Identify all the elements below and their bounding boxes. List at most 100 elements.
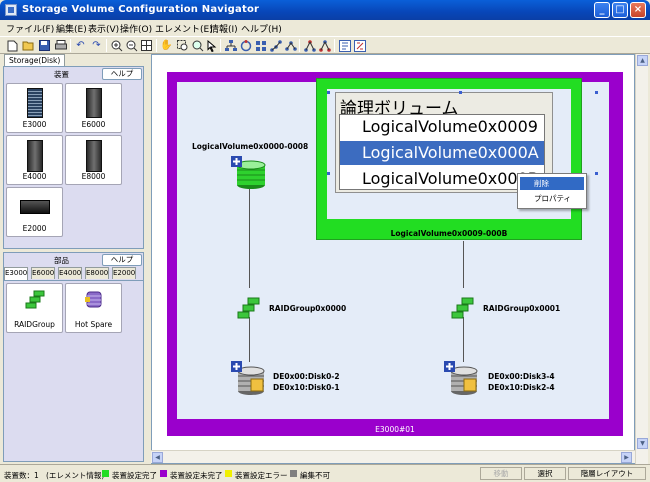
print-icon[interactable] (54, 39, 67, 52)
parts-tab-e4000[interactable]: E4000 (58, 267, 82, 279)
e2000-icon (19, 200, 50, 214)
part-tile-hot-spare[interactable]: Hot Spare (65, 283, 122, 333)
zoom-in-icon[interactable] (110, 39, 123, 52)
raid-right-label: RAIDGroup0x0001 (483, 304, 561, 313)
disk-right-line1: DE0x00:Disk3-4 (488, 372, 555, 381)
logical-volume-node-left[interactable] (231, 156, 267, 195)
auto-layout-button[interactable]: 階層レイアウト (568, 467, 646, 480)
undo-icon[interactable]: ↶ (74, 39, 87, 52)
legend-error-swatch (225, 470, 232, 477)
mode-select-button[interactable]: 選択 (524, 467, 566, 480)
app-icon (5, 4, 17, 16)
layout-network-icon[interactable] (269, 39, 282, 52)
raid-left-label: RAIDGroup0x0000 (269, 304, 347, 313)
disk-node-left[interactable] (231, 361, 267, 400)
hierarchy-alt-icon[interactable] (318, 39, 331, 52)
scroll-up-icon[interactable]: ▲ (637, 55, 648, 66)
disk-right-line2: DE0x10:Disk2-4 (488, 383, 555, 392)
device-tile-e3000[interactable]: E3000 (6, 83, 63, 133)
disk-node-right[interactable] (444, 361, 480, 400)
enclosure-label: E3000#01 (375, 425, 415, 434)
hand-icon[interactable]: ✋ (160, 39, 173, 52)
close-button[interactable]: × (630, 2, 646, 18)
e4000-icon (26, 140, 43, 172)
hot-spare-icon (84, 291, 101, 308)
menu-info[interactable]: 情報(I) (210, 22, 238, 35)
lv-item-0009[interactable]: LogicalVolume0x0009 (340, 115, 544, 139)
parts-tab-e6000[interactable]: E6000 (31, 267, 55, 279)
disk-icon (231, 361, 265, 395)
raid-group-node-right[interactable] (451, 296, 475, 323)
raidgroup-icon (237, 297, 260, 319)
hierarchy-icon[interactable] (303, 39, 316, 52)
e3000-icon (26, 88, 43, 118)
scroll-down-icon[interactable]: ▼ (637, 438, 648, 449)
menu-view[interactable]: 表示(V) (88, 22, 119, 35)
device-palette: 装置 ヘルプ E3000 E6000 E4000 E8000 E2000 (3, 66, 144, 249)
menu-edit[interactable]: 編集(E) (56, 22, 87, 35)
title-bar: Storage Volume Configuration Navigator _… (0, 0, 650, 20)
layout-circle-icon[interactable] (239, 39, 252, 52)
zoom-area-icon[interactable] (176, 39, 189, 52)
device-tile-e6000[interactable]: E6000 (65, 83, 122, 133)
device-tile-e4000[interactable]: E4000 (6, 135, 63, 185)
parts-tab-e8000[interactable]: E8000 (85, 267, 109, 279)
raid-group-node-left[interactable] (237, 296, 261, 323)
parts-help-button[interactable]: ヘルプ (102, 254, 142, 266)
redo-icon[interactable]: ↷ (90, 39, 103, 52)
raidgroup-icon (451, 297, 474, 319)
disk-icon (444, 361, 478, 395)
legend-complete: 装置設定完了 (112, 471, 157, 480)
scroll-left-icon[interactable]: ◀ (152, 452, 163, 463)
open-folder-icon[interactable] (22, 39, 35, 52)
minimize-button[interactable]: _ (594, 2, 610, 18)
zoom-fit-icon[interactable] (191, 39, 204, 52)
layout-grid-icon[interactable] (254, 39, 267, 52)
new-file-icon[interactable] (6, 39, 19, 52)
menu-bar: ファイル(F) 編集(E) 表示(V) 操作(O) エレメント(E) 情報(I)… (0, 20, 650, 36)
context-delete[interactable]: 削除 (520, 177, 584, 190)
horizontal-scrollbar[interactable]: ◀ ▶ (151, 450, 635, 463)
status-count: 装置数：1 (4, 471, 39, 480)
legend-readonly-swatch (290, 470, 297, 477)
mode-move-button[interactable]: 移動 (480, 467, 522, 480)
vertical-scrollbar[interactable]: ▲ ▼ (635, 54, 648, 464)
legend-error: 装置設定エラー (235, 471, 288, 480)
legend-readonly: 編集不可 (300, 471, 330, 480)
zoom-out-icon[interactable] (125, 39, 138, 52)
e8000-icon (85, 140, 102, 172)
layout-tree-icon[interactable] (224, 39, 237, 52)
legend-complete-swatch (102, 470, 109, 477)
raidgroup-icon (25, 290, 44, 309)
status-info: (エレメント情報) (46, 471, 105, 480)
menu-file[interactable]: ファイル(F) (6, 22, 54, 35)
device-tile-e8000[interactable]: E8000 (65, 135, 122, 185)
device-help-button[interactable]: ヘルプ (102, 68, 142, 80)
diagram-canvas[interactable]: E3000#01 LogicalVolume0x0009-000B 論理ボリュー… (151, 54, 635, 464)
save-icon[interactable] (38, 39, 51, 52)
e6000-icon (85, 88, 102, 118)
settings-icon[interactable] (353, 39, 366, 52)
logical-volume-list: LogicalVolume0x0009 LogicalVolume0x000A … (339, 114, 545, 190)
menu-element[interactable]: エレメント(E) (155, 22, 213, 35)
scroll-right-icon[interactable]: ▶ (621, 452, 632, 463)
device-tile-e2000[interactable]: E2000 (6, 187, 63, 237)
menu-operation[interactable]: 操作(O) (120, 22, 152, 35)
parts-tab-e2000[interactable]: E2000 (112, 267, 136, 279)
lv-item-000b[interactable]: LogicalVolume0x000B (340, 167, 544, 189)
disk-left-line2: DE0x10:Disk0-1 (273, 383, 340, 392)
maximize-button[interactable]: □ (612, 2, 628, 18)
pointer-icon[interactable] (205, 39, 218, 52)
lv-group-frame[interactable]: LogicalVolume0x0009-000B 論理ボリューム Logical… (316, 78, 582, 240)
lv-item-000a[interactable]: LogicalVolume0x000A (340, 141, 544, 165)
grid-icon[interactable] (140, 39, 153, 52)
properties-icon[interactable] (338, 39, 351, 52)
tab-storage-disk[interactable]: Storage(Disk) (4, 54, 66, 66)
layout-flow-icon[interactable] (284, 39, 297, 52)
context-properties[interactable]: プロパティ (520, 192, 584, 205)
status-bar: 装置数：1 (エレメント情報) 装置設定完了 装置設定未完了 装置設定エラー 編… (0, 464, 650, 482)
left-panel: Storage(Disk) 装置 ヘルプ E3000 E6000 E4000 E… (0, 54, 148, 464)
menu-help[interactable]: ヘルプ(H) (241, 22, 282, 35)
parts-tab-e3000[interactable]: E3000 (4, 267, 28, 280)
part-tile-raidgroup[interactable]: RAIDGroup (6, 283, 63, 333)
